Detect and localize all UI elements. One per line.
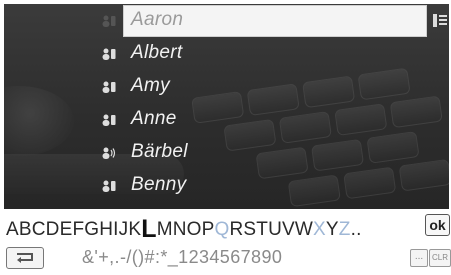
person-phone-icon — [102, 113, 116, 126]
symbol-characters[interactable]: &'+,.-/()#:*_1234567890 — [82, 247, 282, 268]
letter-dim2[interactable]: X — [313, 219, 326, 240]
contact-row-amy[interactable]: Amy — [4, 70, 449, 103]
letters-after: .. — [350, 219, 362, 240]
person-voice-icon — [102, 146, 116, 159]
contact-row-albert[interactable]: Albert — [4, 37, 449, 70]
letter-dim3[interactable]: Z — [339, 219, 351, 240]
contact-name: Anne — [131, 108, 177, 129]
contact-row-barbel[interactable]: Bärbel — [4, 136, 449, 169]
letters-mid1[interactable]: MNOP — [157, 219, 215, 240]
ok-button[interactable]: ok — [425, 214, 450, 236]
person-phone-icon — [102, 80, 116, 93]
contact-name: Bärbel — [131, 141, 188, 162]
contact-row-anne[interactable]: Anne — [4, 103, 449, 136]
contact-name: Albert — [131, 42, 183, 63]
contact-list: Aaron Albert Amy Anne Bärbel Benny — [4, 4, 449, 202]
back-arrow-icon — [17, 253, 33, 263]
alphabet-bar[interactable]: ABCDEFGHIJKLMNOPQRSTUVWXYZ.. ok — [0, 210, 451, 243]
phonebook-screen: Aaron Albert Amy Anne Bärbel Benny ABCDE… — [0, 0, 451, 275]
clear-button[interactable]: CLR — [429, 249, 451, 267]
person-phone-icon — [102, 179, 116, 192]
alphabet-letters[interactable]: ABCDEFGHIJKLMNOPQRSTUVWXYZ.. — [6, 213, 362, 243]
contact-list-panel: Aaron Albert Amy Anne Bärbel Benny — [4, 4, 449, 209]
back-button[interactable] — [6, 247, 44, 269]
person-phone-icon — [102, 14, 116, 27]
contact-name: Benny — [131, 174, 187, 195]
contact-name: Amy — [131, 75, 170, 96]
letters-mid3[interactable]: Y — [326, 219, 339, 240]
person-phone-icon — [102, 47, 116, 60]
current-letter[interactable]: L — [141, 215, 156, 243]
more-characters-button[interactable]: ... — [410, 249, 428, 267]
letter-dim1[interactable]: Q — [215, 219, 230, 240]
letters-mid2[interactable]: RSTUVW — [230, 219, 314, 240]
letters-before[interactable]: ABCDEFGHIJK — [6, 219, 141, 240]
contact-row-benny[interactable]: Benny — [4, 169, 449, 202]
list-scroll-icon[interactable] — [433, 14, 447, 27]
contact-row-aaron[interactable]: Aaron — [4, 4, 449, 37]
symbol-bar[interactable]: &'+,.-/()#:*_1234567890 ... CLR — [0, 244, 451, 272]
contact-name: Aaron — [131, 9, 184, 30]
